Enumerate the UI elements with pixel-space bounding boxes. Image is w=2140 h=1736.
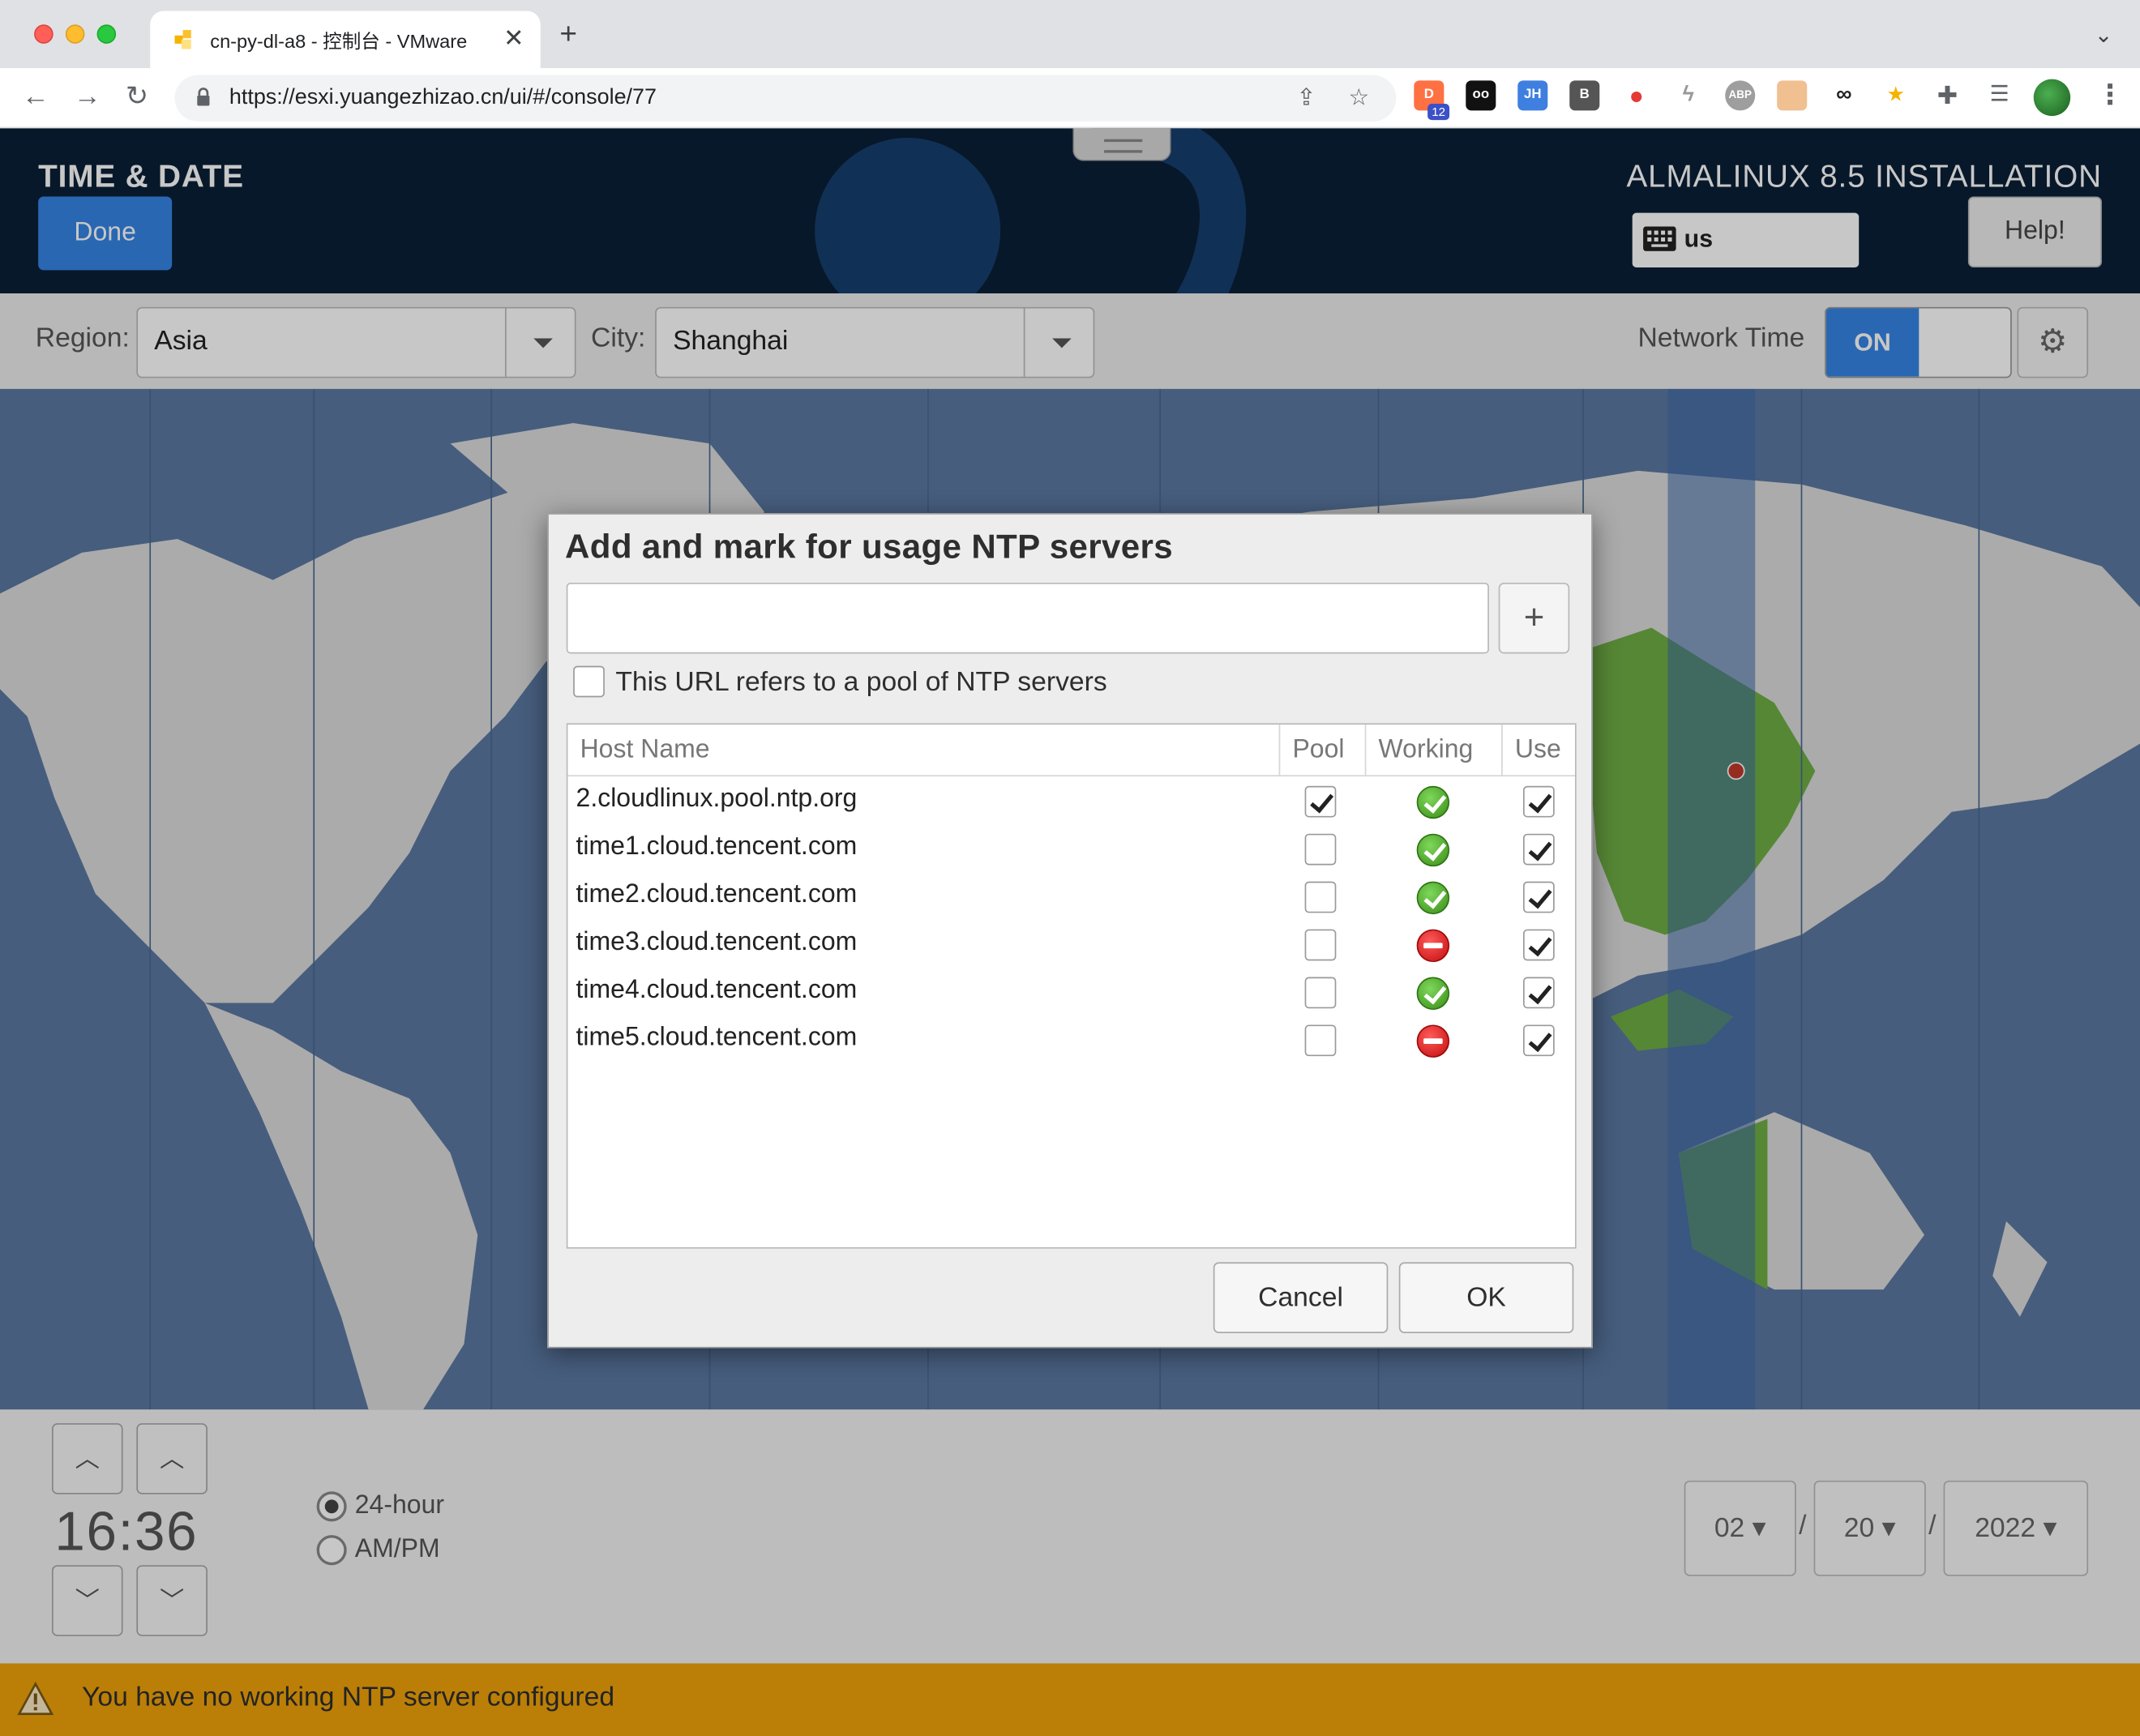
- ntp-server-table: Host Name Pool Working Use 2.cloudlinux.…: [566, 723, 1577, 1249]
- extension-icon-6[interactable]: ϟ: [1673, 80, 1704, 111]
- extension-icon-9[interactable]: ∞: [1829, 80, 1860, 111]
- browser-tab-active[interactable]: cn-py-dl-a8 - 控制台 - VMware ✕: [150, 11, 541, 69]
- use-checkbox[interactable]: [1523, 929, 1555, 961]
- reload-icon[interactable]: ↻: [126, 82, 148, 112]
- column-header-use[interactable]: Use: [1501, 725, 1575, 777]
- working-ok-icon: [1416, 881, 1450, 915]
- tab-close-icon[interactable]: ✕: [503, 24, 524, 52]
- share-icon[interactable]: ⇪: [1297, 84, 1316, 112]
- ntp-server-input[interactable]: [566, 582, 1489, 654]
- use-checkbox[interactable]: [1523, 833, 1555, 866]
- window-close-button[interactable]: [34, 24, 54, 44]
- use-checkbox[interactable]: [1523, 881, 1555, 913]
- extensions-puzzle-icon[interactable]: ✚: [1932, 80, 1963, 111]
- browser-tab-strip: cn-py-dl-a8 - 控制台 - VMware ✕ + ⌄: [0, 0, 2140, 69]
- server-host-name: 2.cloudlinux.pool.ntp.org: [576, 785, 858, 814]
- working-ok-icon: [1416, 833, 1450, 867]
- server-host-name: time1.cloud.tencent.com: [576, 832, 858, 862]
- pool-checkbox[interactable]: [1304, 977, 1337, 1009]
- back-arrow-icon[interactable]: ←: [22, 82, 49, 112]
- pool-checkbox[interactable]: [1304, 1024, 1337, 1057]
- pool-url-checkbox[interactable]: [573, 665, 605, 697]
- url-text: https://esxi.yuangezhizao.cn/ui/#/consol…: [229, 86, 657, 109]
- pool-checkbox[interactable]: [1304, 929, 1337, 961]
- pool-checkbox[interactable]: [1304, 785, 1337, 818]
- extension-icon-3[interactable]: JH: [1517, 80, 1548, 111]
- use-checkbox[interactable]: [1523, 977, 1555, 1009]
- table-row[interactable]: time3.cloud.tencent.com: [567, 922, 1575, 970]
- table-row[interactable]: time4.cloud.tencent.com: [567, 970, 1575, 1018]
- reading-list-icon[interactable]: ☰: [1984, 80, 2015, 111]
- use-checkbox[interactable]: [1523, 785, 1555, 818]
- tab-search-chevron-icon[interactable]: ⌄: [2095, 22, 2113, 49]
- cancel-button[interactable]: Cancel: [1213, 1262, 1389, 1333]
- use-checkbox[interactable]: [1523, 1024, 1555, 1057]
- table-row[interactable]: time5.cloud.tencent.com: [567, 1018, 1575, 1066]
- window-minimize-button[interactable]: [65, 24, 85, 44]
- browser-menu-icon[interactable]: ⋮: [2096, 80, 2124, 110]
- bookmark-star-icon[interactable]: ☆: [1348, 84, 1369, 112]
- not-working-icon: [1416, 929, 1450, 963]
- table-row[interactable]: time1.cloud.tencent.com: [567, 827, 1575, 874]
- forward-arrow-icon[interactable]: →: [74, 82, 101, 112]
- server-host-name: time4.cloud.tencent.com: [576, 975, 858, 1005]
- vmware-favicon-icon: [174, 30, 191, 49]
- pool-checkbox[interactable]: [1304, 881, 1337, 913]
- extension-icon-10[interactable]: ★: [1881, 80, 1911, 111]
- installer-console: TIME & DATE Done ALMALINUX 8.5 INSTALLAT…: [0, 128, 2140, 1736]
- server-host-name: time2.cloud.tencent.com: [576, 879, 858, 909]
- ok-button[interactable]: OK: [1398, 1262, 1574, 1333]
- working-ok-icon: [1416, 977, 1450, 1010]
- extension-icon-4[interactable]: B: [1569, 80, 1600, 111]
- not-working-icon: [1416, 1024, 1450, 1058]
- pool-checkbox[interactable]: [1304, 833, 1337, 866]
- profile-avatar[interactable]: [2033, 79, 2071, 117]
- table-row[interactable]: 2.cloudlinux.pool.ntp.org: [567, 779, 1575, 827]
- plus-icon: +: [1523, 596, 1545, 638]
- column-header-working[interactable]: Working: [1364, 725, 1502, 777]
- pool-url-option[interactable]: This URL refers to a pool of NTP servers: [573, 665, 1107, 699]
- browser-toolbar: ← → ↻ https://esxi.yuangezhizao.cn/ui/#/…: [0, 68, 2140, 129]
- server-host-name: time5.cloud.tencent.com: [576, 1023, 858, 1053]
- dialog-title: Add and mark for usage NTP servers: [565, 528, 1173, 567]
- lock-icon: [197, 88, 210, 106]
- extension-icon-8[interactable]: [1777, 80, 1808, 111]
- ntp-servers-dialog: Add and mark for usage NTP servers + Thi…: [547, 513, 1593, 1349]
- extension-icon-2[interactable]: oo: [1466, 80, 1496, 111]
- new-tab-icon[interactable]: +: [559, 19, 577, 49]
- column-header-pool[interactable]: Pool: [1278, 725, 1365, 777]
- column-header-host[interactable]: Host Name: [567, 725, 1279, 777]
- extension-icon-5[interactable]: ●: [1621, 80, 1652, 111]
- table-row[interactable]: time2.cloud.tencent.com: [567, 874, 1575, 922]
- address-bar[interactable]: https://esxi.yuangezhizao.cn/ui/#/consol…: [174, 75, 1397, 122]
- window-zoom-button[interactable]: [96, 24, 117, 44]
- tab-title: cn-py-dl-a8 - 控制台 - VMware: [210, 30, 468, 52]
- add-server-button[interactable]: +: [1498, 582, 1570, 654]
- pool-url-label: This URL refers to a pool of NTP servers: [615, 667, 1107, 698]
- server-host-name: time3.cloud.tencent.com: [576, 927, 858, 957]
- extension-badge: 12: [1427, 103, 1450, 121]
- extension-icon-7[interactable]: ABP: [1725, 80, 1756, 111]
- working-ok-icon: [1416, 785, 1450, 819]
